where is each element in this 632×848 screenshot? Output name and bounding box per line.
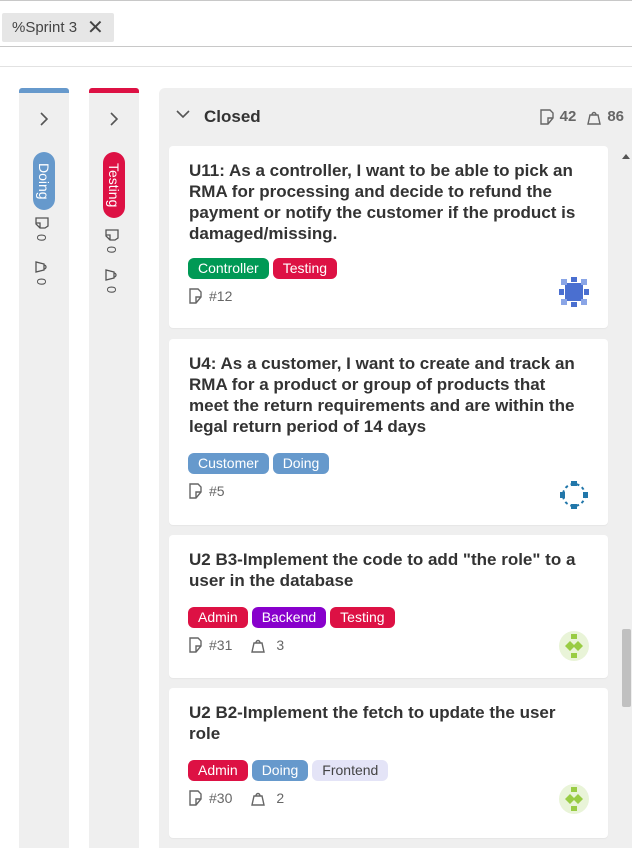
column-color-bar: [89, 88, 139, 93]
column-doing-collapsed[interactable]: Doing 0 0: [19, 88, 69, 848]
story-icon: [189, 637, 202, 653]
avatar: [559, 784, 589, 814]
chevron-down-icon[interactable]: [175, 107, 191, 126]
tag[interactable]: Admin: [188, 607, 248, 628]
card-footer: #12: [189, 288, 232, 304]
points-count: 0: [104, 268, 119, 293]
story-icon: [104, 229, 119, 241]
card-title[interactable]: U2 B3-Implement the code to add "the rol…: [189, 549, 579, 591]
card-footer: #31 3: [189, 637, 284, 653]
tag[interactable]: Testing: [330, 607, 395, 628]
card-footer: #5: [189, 483, 225, 499]
tag[interactable]: Customer: [188, 453, 269, 474]
weight-icon: [251, 792, 266, 806]
story-count: 42: [539, 108, 576, 125]
card-id[interactable]: #5: [209, 483, 225, 499]
points-count: 0: [34, 260, 49, 285]
avatar: [560, 481, 588, 509]
card-footer: #30 2: [189, 790, 284, 806]
avatar: [559, 631, 589, 661]
card-id[interactable]: #30: [209, 790, 232, 806]
story-icon: [34, 217, 49, 229]
tag[interactable]: Testing: [272, 258, 338, 279]
card-title[interactable]: U11: As a controller, I want to be able …: [189, 160, 579, 244]
column-testing-collapsed[interactable]: Testing 0 0: [89, 88, 139, 848]
column-header: Closed 42 86: [159, 88, 632, 146]
card-id[interactable]: #12: [209, 288, 232, 304]
tag[interactable]: Backend: [251, 607, 327, 628]
story-icon: [189, 288, 202, 304]
tag-list: Controller Testing: [188, 258, 338, 279]
tag[interactable]: Doing: [272, 453, 330, 474]
tag-list: Admin Backend Testing: [188, 607, 395, 628]
sprint-filter-label: %Sprint 3: [12, 19, 78, 36]
tag-list: Customer Doing: [188, 453, 330, 474]
card-list[interactable]: U11: As a controller, I want to be able …: [159, 146, 632, 848]
card-points: 2: [250, 790, 284, 806]
points-total: 86: [586, 108, 624, 125]
column-name-badge: Doing: [33, 152, 55, 210]
avatar: [559, 277, 589, 307]
weight-icon: [34, 261, 47, 273]
sprint-filter-chip[interactable]: %Sprint 3 ✕: [2, 13, 114, 42]
weight-icon: [587, 111, 602, 125]
tag[interactable]: Controller: [188, 258, 269, 279]
card-title[interactable]: U2 B2-Implement the fetch to update the …: [189, 702, 579, 744]
tag[interactable]: Doing: [251, 760, 309, 781]
story-card[interactable]: U2 B3-Implement the code to add "the rol…: [169, 535, 608, 678]
column-color-bar: [19, 88, 69, 93]
story-card[interactable]: U2 B2-Implement the fetch to update the …: [169, 688, 608, 838]
column-title[interactable]: Closed: [204, 107, 261, 127]
column-name-badge: Testing: [103, 152, 125, 218]
chevron-right-icon[interactable]: [89, 110, 139, 131]
story-icon: [189, 483, 202, 499]
story-count: 0: [104, 228, 119, 253]
filter-bar: %Sprint 3 ✕: [0, 0, 632, 47]
story-card[interactable]: U11: As a controller, I want to be able …: [169, 146, 608, 328]
tag-list: Admin Doing Frontend: [188, 760, 389, 781]
tag[interactable]: Admin: [188, 760, 248, 781]
chevron-right-icon[interactable]: [19, 110, 69, 131]
column-closed: Closed 42 86 U11: As a controller, I wan…: [159, 88, 632, 848]
close-icon[interactable]: ✕: [87, 18, 104, 38]
scrollbar[interactable]: [620, 146, 632, 848]
card-title[interactable]: U4: As a customer, I want to create and …: [189, 353, 579, 437]
story-count: 0: [34, 216, 49, 241]
weight-icon: [104, 269, 117, 281]
story-icon: [189, 790, 202, 806]
column-stats: 42 86: [536, 108, 624, 125]
card-id[interactable]: #31: [209, 637, 232, 653]
tag[interactable]: Frontend: [312, 760, 389, 781]
weight-icon: [251, 639, 266, 653]
story-icon: [539, 108, 554, 125]
scroll-up-arrow-icon[interactable]: [622, 154, 630, 159]
scroll-thumb[interactable]: [622, 629, 631, 707]
story-card[interactable]: U4: As a customer, I want to create and …: [169, 339, 608, 525]
card-points: 3: [250, 637, 284, 653]
